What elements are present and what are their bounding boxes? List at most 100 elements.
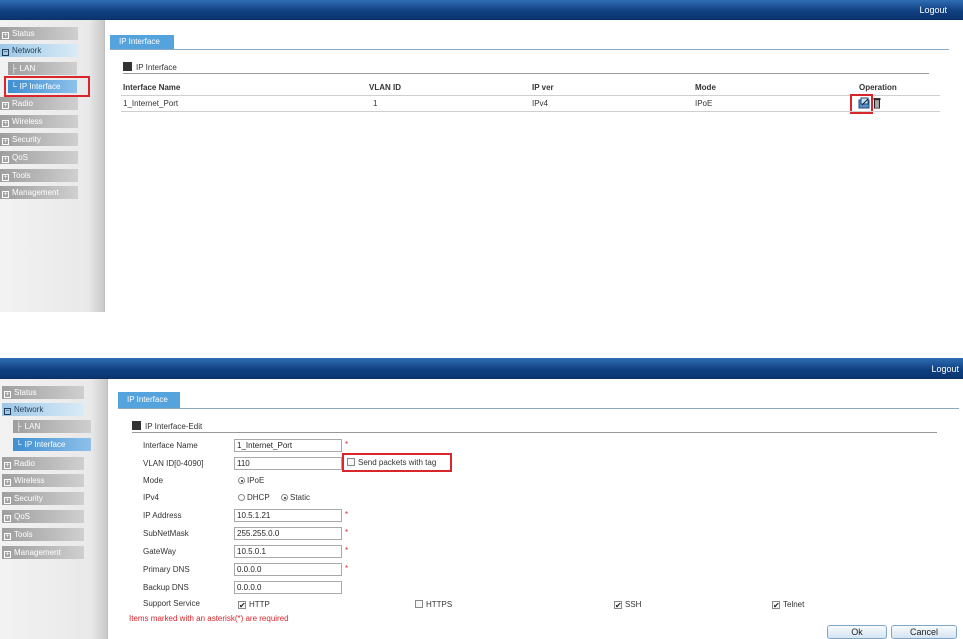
logout-link[interactable]: Logout [919, 5, 947, 15]
sidebar-item-label: Wireless [14, 476, 45, 485]
tab-divider [110, 49, 949, 50]
interface-name-field[interactable] [234, 439, 342, 452]
subnet-mask-label: SubNetMask [143, 529, 189, 538]
ipv4-dhcp-radio[interactable] [238, 494, 245, 501]
sidebar-item-radio[interactable]: + Radio [0, 97, 78, 110]
service-telnet-label: Telnet [783, 600, 805, 609]
cell-vlan-id: 1 [373, 99, 378, 108]
required-asterisk: * [345, 510, 349, 519]
service-telnet-checkbox[interactable]: ✔ [772, 601, 780, 610]
section-title: IP Interface-Edit [145, 422, 203, 431]
top-header-bar: Logout [0, 358, 963, 379]
column-header-vlan-id: VLAN ID [369, 83, 401, 92]
expand-icon: + [4, 533, 11, 540]
expand-icon: + [2, 174, 9, 181]
sidebar-item-lan[interactable]: ├ LAN [13, 420, 91, 433]
section-header: IP Interface [123, 62, 177, 72]
required-asterisk: * [345, 546, 349, 555]
sidebar-item-label: Wireless [12, 117, 43, 126]
sidebar-item-radio[interactable]: + Radio [2, 457, 84, 470]
logout-link[interactable]: Logout [931, 364, 959, 374]
tree-branch-icon: └ [16, 440, 22, 449]
expand-icon: + [2, 32, 9, 39]
main-content: IP Interface IP Interface-Edit Interface… [110, 379, 963, 639]
header-divider [121, 95, 940, 96]
ip-address-label: IP Address [143, 511, 182, 520]
service-telnet-option[interactable]: ✔ Telnet [772, 600, 805, 610]
highlight-box [342, 453, 452, 472]
mode-ipoe-option[interactable]: IPoE [238, 476, 264, 485]
sidebar-item-label: IP Interface [24, 440, 66, 449]
service-ssh-label: SSH [625, 600, 642, 609]
sidebar-item-wireless[interactable]: + Wireless [0, 115, 78, 128]
sidebar-item-qos[interactable]: + QoS [2, 510, 84, 523]
sidebar-item-ip-interface[interactable]: └ IP Interface [13, 438, 91, 451]
mode-ipoe-label: IPoE [247, 476, 265, 485]
backup-dns-field[interactable] [234, 581, 342, 594]
sidebar-item-label: QoS [12, 153, 29, 162]
sidebar-item-management[interactable]: + Management [2, 546, 84, 559]
gateway-label: GateWay [143, 547, 177, 556]
sidebar-item-security[interactable]: + Security [2, 492, 84, 505]
mode-label: Mode [143, 476, 164, 485]
sidebar-item-network[interactable]: − Network [2, 403, 84, 416]
sidebar-item-label: Tools [12, 171, 31, 180]
vlan-id-label: VLAN ID[0-4090] [143, 459, 204, 468]
ipv4-label: IPv4 [143, 493, 160, 502]
expand-icon: + [4, 479, 11, 486]
ip-address-field[interactable] [234, 509, 342, 522]
interface-name-label: Interface Name [143, 441, 198, 450]
sidebar-item-status[interactable]: + Status [2, 386, 84, 399]
required-asterisk: * [345, 528, 349, 537]
sidebar-item-wireless[interactable]: + Wireless [2, 474, 84, 487]
column-header-interface-name: Interface Name [123, 83, 181, 92]
sidebar-item-label: Status [14, 388, 37, 397]
service-ssh-option[interactable]: ✔ SSH [614, 600, 642, 610]
expand-icon: + [2, 191, 9, 198]
expand-icon: + [2, 102, 9, 109]
subnet-mask-field[interactable] [234, 527, 342, 540]
sidebar-item-management[interactable]: + Management [0, 186, 78, 199]
sidebar-item-label: QoS [14, 512, 31, 521]
sidebar-item-label: Management [14, 548, 61, 557]
gateway-field[interactable] [234, 545, 342, 558]
sidebar-item-tools[interactable]: + Tools [0, 169, 78, 182]
ok-button[interactable]: Ok [827, 625, 887, 639]
row-divider [121, 111, 940, 112]
service-https-option[interactable]: HTTPS [415, 600, 452, 609]
ipv4-dhcp-option[interactable]: DHCP [238, 493, 270, 502]
sidebar-item-tools[interactable]: + Tools [2, 528, 84, 541]
sidebar-item-lan[interactable]: ├ LAN [8, 62, 77, 75]
primary-dns-field[interactable] [234, 563, 342, 576]
sidebar-item-network[interactable]: − Network [0, 44, 78, 57]
ipv4-static-radio[interactable] [281, 494, 288, 501]
expand-icon: + [4, 497, 11, 504]
tab-ip-interface[interactable]: IP Interface [118, 392, 180, 408]
tree-branch-icon: ├ [16, 422, 22, 431]
sidebar-item-label: Management [12, 188, 59, 197]
main-content: IP Interface IP Interface Interface Name… [107, 20, 963, 312]
service-http-checkbox[interactable]: ✔ [238, 601, 246, 610]
expand-icon: + [4, 391, 11, 398]
sidebar-item-security[interactable]: + Security [0, 133, 78, 146]
expand-icon: + [2, 120, 9, 127]
service-https-checkbox[interactable] [415, 600, 423, 608]
required-fields-note: Items marked with an asterisk(*) are req… [129, 614, 289, 623]
tab-ip-interface[interactable]: IP Interface [110, 35, 174, 49]
sidebar-item-qos[interactable]: + QoS [0, 151, 78, 164]
list-view-screenshot: Logout + Status − Network ├ LAN └ IP Interfa… [0, 0, 963, 312]
delete-icon[interactable] [873, 97, 881, 109]
sidebar: + Status − Network ├ LAN └ IP Interface + Rad… [0, 379, 108, 639]
sidebar-item-label: Status [12, 29, 35, 38]
expand-icon: + [2, 138, 9, 145]
ipv4-static-option[interactable]: Static [281, 493, 310, 502]
sidebar-item-status[interactable]: + Status [0, 27, 78, 40]
vlan-id-field[interactable] [234, 457, 342, 470]
column-header-operation: Operation [859, 83, 897, 92]
mode-ipoe-radio[interactable] [238, 477, 245, 484]
cancel-button[interactable]: Cancel [891, 625, 957, 639]
section-divider [123, 73, 929, 74]
service-http-option[interactable]: ✔ HTTP [238, 600, 270, 610]
service-ssh-checkbox[interactable]: ✔ [614, 601, 622, 610]
required-asterisk: * [345, 564, 349, 573]
